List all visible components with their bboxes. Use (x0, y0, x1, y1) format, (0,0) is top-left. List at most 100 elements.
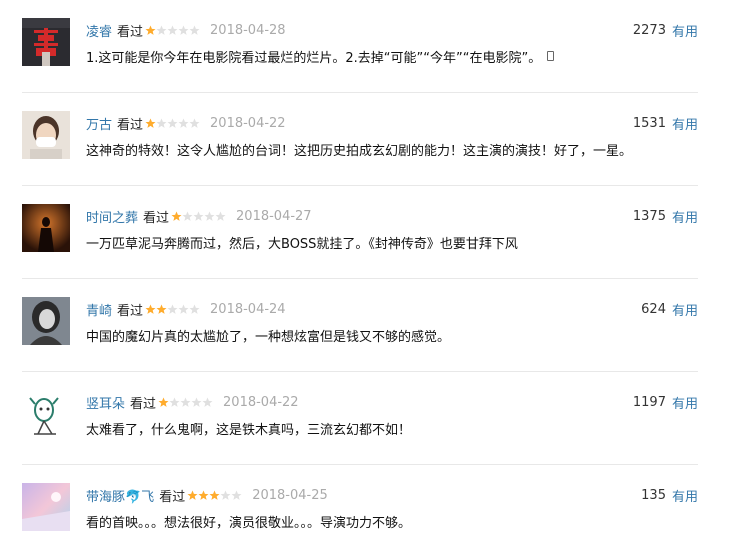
review-item: 时间之葬 看过 2018-04-27 1375 有用 一万匹草泥马奔腾而过，然后… (0, 186, 746, 279)
review-text-row: 太难看了，什么鬼啊，这是铁木真吗，三流玄幻都不如！ (86, 417, 706, 439)
username-link[interactable]: 万古 (86, 114, 112, 133)
watched-label: 看过 (117, 24, 144, 40)
review-text-row: 一万匹草泥马奔腾而过，然后，大BOSS就挂了。《封神传奇》也要甘拜下风 (86, 231, 706, 253)
username-link[interactable]: 带海豚🐬飞 (86, 486, 154, 505)
vote-area: 2273 有用 (633, 20, 698, 40)
review-text: 这神奇的特效！这令人尴尬的台词！这把历史拍成玄幻剧的能力！这主演的演技！好了，一… (86, 143, 633, 159)
review-item: 万古 看过 2018-04-22 1531 有用 这神奇的特效！这令人尴尬的台词… (0, 93, 746, 186)
review-date: 2018-04-28 (210, 22, 286, 38)
sketch-bird-avatar-icon (22, 390, 70, 438)
username-link[interactable]: 青崎 (86, 300, 112, 319)
avatar[interactable] (22, 483, 70, 531)
review-meta: 凌睿 看过 2018-04-28 (86, 20, 286, 40)
mobile-phone-icon (547, 51, 555, 61)
review-text: 太难看了，什么鬼啊，这是铁木真吗，三流玄幻都不如！ (86, 422, 412, 438)
star-empty-icon (193, 211, 204, 222)
watched-label: 看过 (117, 117, 144, 133)
review-item: 凌睿 看过 2018-04-28 2273 有用 1.这可能是你今年在电影院看过… (0, 0, 746, 93)
avatar[interactable] (22, 111, 70, 159)
grayscale-portrait-avatar-icon (22, 297, 70, 345)
vote-count: 1197 (632, 394, 666, 410)
star-filled-icon (158, 397, 169, 408)
star-filled-icon (156, 304, 167, 315)
username-link[interactable]: 凌睿 (86, 21, 112, 40)
masked-person-avatar-icon (22, 111, 70, 159)
star-empty-icon (182, 211, 193, 222)
username-link[interactable]: 竖耳朵 (86, 393, 125, 412)
review-item: 竖耳朵 看过 2018-04-22 1197 有用 太难看了，什么鬼啊，这是铁木… (0, 372, 746, 465)
rating-stars (145, 118, 200, 129)
vote-area: 624 有用 (641, 299, 698, 319)
useful-button[interactable]: 有用 (672, 207, 698, 226)
vote-area: 1375 有用 (633, 206, 698, 226)
vote-count: 1375 (632, 208, 666, 224)
review-date: 2018-04-24 (210, 301, 286, 317)
star-filled-icon (145, 304, 156, 315)
review-date: 2018-04-25 (252, 487, 328, 503)
avatar[interactable] (22, 297, 70, 345)
watched-label: 看过 (159, 489, 186, 505)
star-empty-icon (180, 397, 191, 408)
watched-label: 看过 (130, 396, 157, 412)
vote-area: 1531 有用 (633, 113, 698, 133)
red-double-happiness-avatar-icon (22, 18, 70, 66)
review-date: 2018-04-22 (223, 394, 299, 410)
review-item: 青崎 看过 2018-04-24 624 有用 中国的魔幻片真的太尴尬了，一种想… (0, 279, 746, 372)
star-empty-icon (215, 211, 226, 222)
star-filled-icon (145, 118, 156, 129)
review-text: 一万匹草泥马奔腾而过，然后，大BOSS就挂了。《封神传奇》也要甘拜下风 (86, 236, 518, 252)
vote-count: 624 (641, 301, 666, 317)
rating-stars (145, 304, 200, 315)
review-meta: 时间之葬 看过 2018-04-27 (86, 206, 312, 226)
useful-button[interactable]: 有用 (672, 300, 698, 319)
review-meta: 青崎 看过 2018-04-24 (86, 299, 286, 319)
star-empty-icon (231, 490, 242, 501)
star-filled-icon (209, 490, 220, 501)
useful-button[interactable]: 有用 (672, 21, 698, 40)
star-filled-icon (187, 490, 198, 501)
star-empty-icon (189, 25, 200, 36)
star-empty-icon (167, 25, 178, 36)
review-text: 1.这可能是你今年在电影院看过最烂的烂片。2.去掉“可能”“今年”“在电影院”。 (86, 50, 542, 66)
watched-label: 看过 (117, 303, 144, 319)
useful-button[interactable]: 有用 (672, 486, 698, 505)
review-text-row: 看的首映。。。想法很好，演员很敬业。。。导演功力不够。 (86, 510, 706, 532)
review-date: 2018-04-27 (236, 208, 312, 224)
star-empty-icon (178, 304, 189, 315)
review-text-row: 中国的魔幻片真的太尴尬了，一种想炫富但是钱又不够的感觉。 (86, 324, 706, 346)
rating-stars (187, 490, 242, 501)
star-empty-icon (189, 304, 200, 315)
review-meta: 带海豚🐬飞 看过 2018-04-25 (86, 485, 328, 505)
review-meta: 竖耳朵 看过 2018-04-22 (86, 392, 299, 412)
avatar[interactable] (22, 18, 70, 66)
star-filled-icon (145, 25, 156, 36)
star-empty-icon (189, 118, 200, 129)
star-filled-icon (198, 490, 209, 501)
rating-stars (158, 397, 213, 408)
star-empty-icon (178, 118, 189, 129)
vote-area: 1197 有用 (633, 392, 698, 412)
star-empty-icon (191, 397, 202, 408)
vote-count: 2273 (632, 22, 666, 38)
review-text: 中国的魔幻片真的太尴尬了，一种想炫富但是钱又不够的感觉。 (86, 329, 451, 345)
review-text-row: 这神奇的特效！这令人尴尬的台词！这把历史拍成玄幻剧的能力！这主演的演技！好了，一… (86, 138, 706, 160)
star-empty-icon (204, 211, 215, 222)
star-empty-icon (156, 118, 167, 129)
vote-area: 135 有用 (641, 485, 698, 505)
review-date: 2018-04-22 (210, 115, 286, 131)
username-link[interactable]: 时间之葬 (86, 207, 138, 226)
useful-button[interactable]: 有用 (672, 393, 698, 412)
vote-count: 1531 (632, 115, 666, 131)
avatar[interactable] (22, 390, 70, 438)
vote-count: 135 (641, 487, 666, 503)
watched-label: 看过 (143, 210, 170, 226)
star-empty-icon (178, 25, 189, 36)
star-filled-icon (171, 211, 182, 222)
review-text-row: 1.这可能是你今年在电影院看过最烂的烂片。2.去掉“可能”“今年”“在电影院”。 (86, 45, 706, 67)
avatar[interactable] (22, 204, 70, 252)
star-empty-icon (202, 397, 213, 408)
rating-stars (145, 25, 200, 36)
rating-stars (171, 211, 226, 222)
useful-button[interactable]: 有用 (672, 114, 698, 133)
star-empty-icon (167, 304, 178, 315)
